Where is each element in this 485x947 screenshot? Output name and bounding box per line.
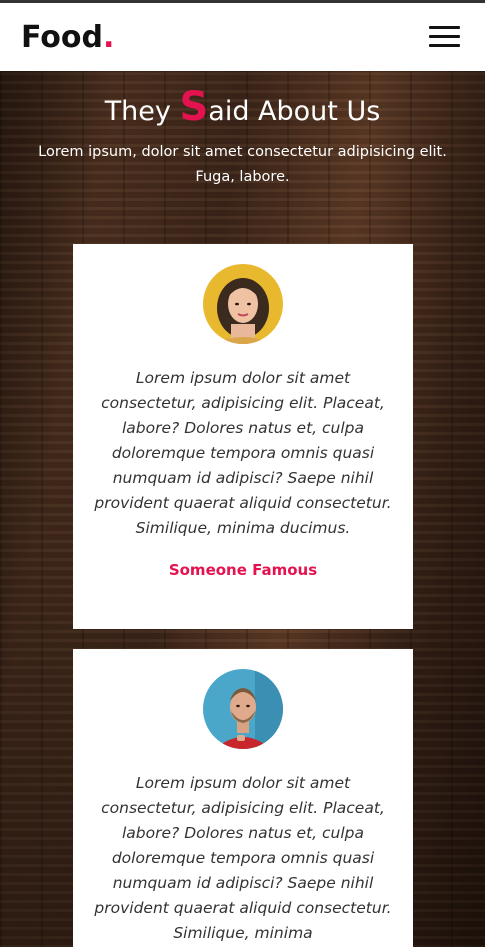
testimonials-section: They Said About Us Lorem ipsum, dolor si… — [0, 71, 485, 947]
man-avatar-icon — [203, 669, 283, 749]
menu-bar — [429, 35, 460, 38]
section-title: They Said About Us — [0, 81, 485, 138]
logo-dot: . — [102, 19, 115, 55]
testimonial-card: Lorem ipsum dolor sit amet consectetur, … — [73, 649, 413, 947]
site-header: Food. — [0, 3, 485, 71]
testimonial-quote: Lorem ipsum dolor sit amet consectetur, … — [94, 369, 392, 537]
menu-bar — [429, 44, 460, 47]
testimonial-quote: Lorem ipsum dolor sit amet consectetur, … — [94, 774, 392, 942]
title-initial: S — [179, 84, 209, 130]
top-border — [0, 0, 485, 3]
avatar — [203, 669, 283, 749]
menu-bar — [429, 26, 460, 29]
title-rest: aid About Us — [208, 96, 381, 127]
avatar — [203, 264, 283, 344]
testimonial-card: Lorem ipsum dolor sit amet consectetur, … — [73, 244, 413, 629]
title-pre: They — [104, 96, 180, 127]
testimonial-author: Someone Famous — [168, 561, 318, 579]
hamburger-menu-icon[interactable] — [429, 26, 460, 48]
section-subtitle: Lorem ipsum, dolor sit amet consectetur … — [38, 144, 447, 185]
woman-avatar-icon — [203, 264, 283, 344]
logo[interactable]: Food. — [21, 20, 114, 55]
logo-text: Food — [21, 19, 103, 55]
